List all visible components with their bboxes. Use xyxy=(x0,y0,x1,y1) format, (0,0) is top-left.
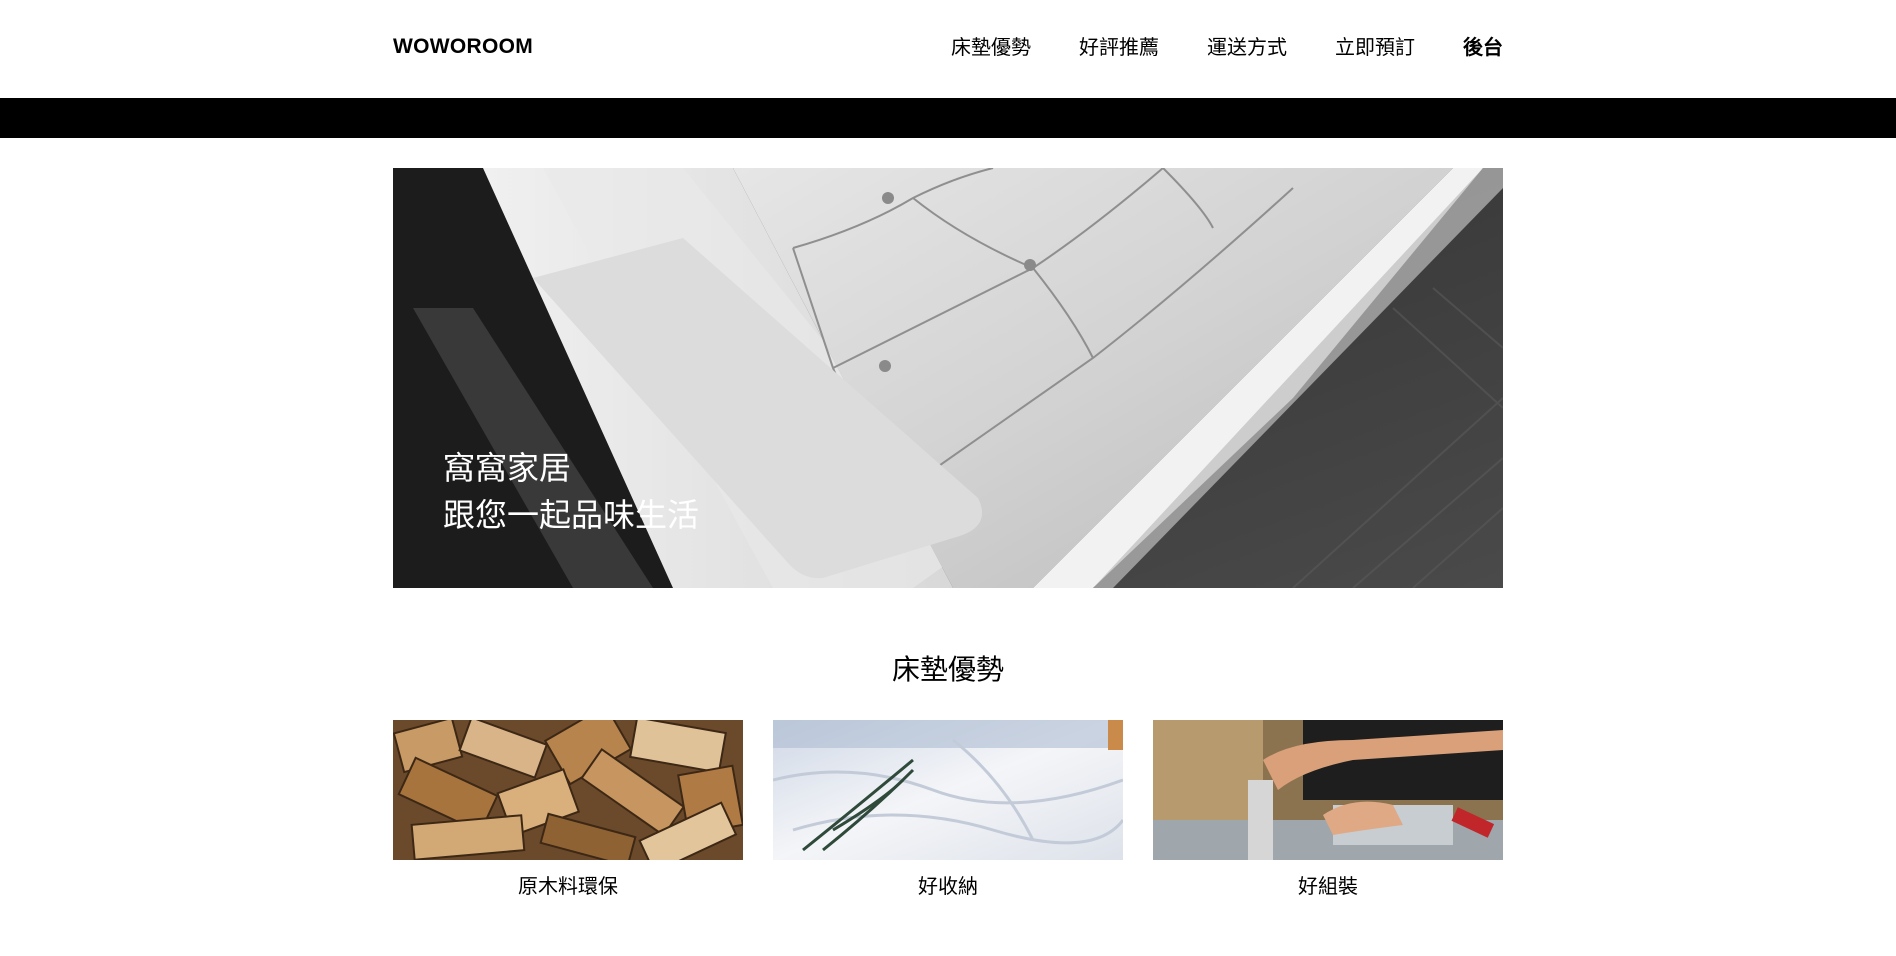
nav-link-shipping[interactable]: 運送方式 xyxy=(1207,32,1287,62)
firewood-image xyxy=(393,720,743,860)
nav-link-advantages[interactable]: 床墊優勢 xyxy=(951,32,1031,62)
advantage-label-assembly: 好組裝 xyxy=(1298,874,1358,898)
hero-banner: 窩窩家居 跟您一起品味生活 xyxy=(393,168,1503,588)
site-header: WOWOROOM 床墊優勢 好評推薦 運送方式 立即預訂 後台 xyxy=(393,0,1503,98)
advantage-card-wood: 原木料環保 xyxy=(393,720,743,900)
advantage-card-assembly: 好組裝 xyxy=(1153,720,1503,900)
main-nav: 床墊優勢 好評推薦 運送方式 立即預訂 後台 xyxy=(951,32,1503,62)
black-banner-bar xyxy=(0,98,1896,138)
advantage-label-storage: 好收納 xyxy=(918,874,978,898)
assembly-image xyxy=(1153,720,1503,860)
advantage-card-storage: 好收納 xyxy=(773,720,1123,900)
advantages-list: 原木料環保 好收納 好組裝 xyxy=(393,720,1503,900)
hero-tagline: 窩窩家居 跟您一起品味生活 xyxy=(443,445,699,539)
advantage-label-wood: 原木料環保 xyxy=(518,874,618,898)
nav-link-reviews[interactable]: 好評推薦 xyxy=(1079,32,1159,62)
hero-line-2: 跟您一起品味生活 xyxy=(443,496,700,534)
site-logo[interactable]: WOWOROOM xyxy=(393,32,533,62)
bedding-image xyxy=(773,720,1123,860)
hero-line-1: 窩窩家居 xyxy=(443,449,572,487)
advantages-title: 床墊優勢 xyxy=(891,653,1004,686)
nav-link-order[interactable]: 立即預訂 xyxy=(1335,32,1415,62)
nav-link-admin[interactable]: 後台 xyxy=(1463,32,1503,62)
